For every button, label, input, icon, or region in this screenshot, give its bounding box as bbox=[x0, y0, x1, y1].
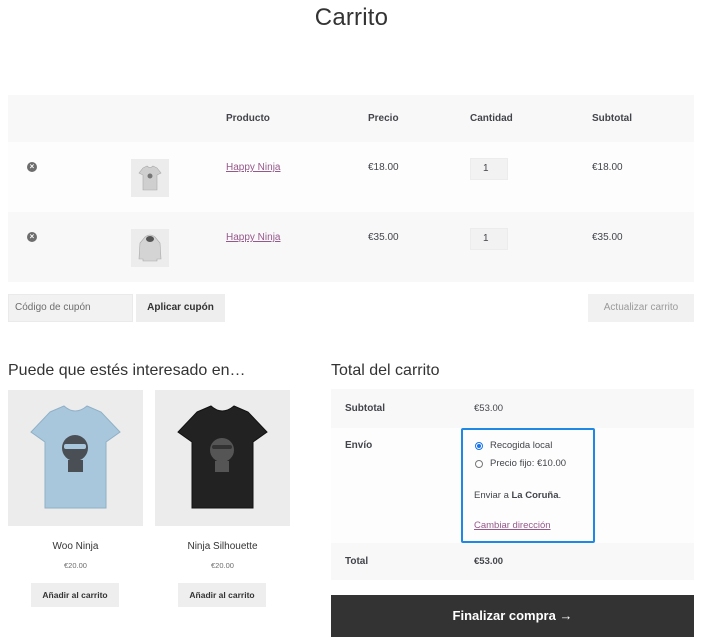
product-subtotal: €35.00 bbox=[592, 232, 623, 243]
add-to-cart-button[interactable]: Añadir al carrito bbox=[31, 583, 119, 607]
shipping-label: Envío bbox=[345, 440, 373, 451]
column-header-subtotal: Subtotal bbox=[592, 113, 632, 124]
shipping-option-label[interactable]: Precio fijo: €10.00 bbox=[490, 458, 566, 469]
radio-flat-rate[interactable] bbox=[475, 460, 483, 468]
add-to-cart-button[interactable]: Añadir al carrito bbox=[178, 583, 266, 607]
cross-sell-price: €20.00 bbox=[211, 561, 234, 570]
subtotal-value: €53.00 bbox=[474, 403, 504, 414]
quantity-input[interactable]: 1 bbox=[470, 158, 508, 180]
product-link[interactable]: Happy Ninja bbox=[226, 232, 280, 243]
remove-circle-icon[interactable]: × bbox=[27, 162, 37, 172]
product-price: €35.00 bbox=[368, 232, 399, 243]
change-address-link[interactable]: Cambiar dirección bbox=[474, 520, 551, 531]
total-value: €53.00 bbox=[474, 556, 504, 567]
column-header-quantity: Cantidad bbox=[470, 113, 513, 124]
column-header-product: Producto bbox=[226, 113, 270, 124]
apply-coupon-button[interactable]: Aplicar cupón bbox=[136, 294, 225, 322]
shipping-option-label[interactable]: Recogida local bbox=[490, 440, 552, 451]
checkout-label: Finalizar compra bbox=[452, 608, 556, 623]
subtotal-label: Subtotal bbox=[345, 403, 385, 414]
radio-local-pickup[interactable] bbox=[475, 442, 483, 450]
cross-sell-name[interactable]: Ninja Silhouette bbox=[155, 541, 290, 552]
ship-to-suffix: . bbox=[558, 490, 562, 501]
checkout-button[interactable]: Finalizar compra → bbox=[331, 595, 694, 637]
coupon-code-input[interactable]: Código de cupón bbox=[8, 294, 133, 322]
remove-circle-icon[interactable]: × bbox=[27, 232, 37, 242]
black-tshirt-icon[interactable] bbox=[155, 390, 290, 526]
cart-table-header: Producto Precio Cantidad Subtotal bbox=[8, 95, 694, 142]
quantity-input[interactable]: 1 bbox=[470, 228, 508, 250]
cart-row: × Happy Ninja €35.00 1 €35.00 bbox=[8, 212, 694, 282]
update-cart-button[interactable]: Actualizar carrito bbox=[588, 294, 694, 322]
ship-to-place: La Coruña bbox=[511, 490, 559, 501]
hoodie-icon[interactable] bbox=[131, 229, 169, 267]
arrow-right-icon: → bbox=[559, 608, 573, 623]
light-blue-tshirt-icon[interactable] bbox=[8, 390, 143, 526]
cart-totals-table: Subtotal €53.00 Envío Total €53.00 Recog… bbox=[331, 389, 694, 580]
ship-to-prefix: Enviar a bbox=[474, 490, 509, 501]
cross-sell-name[interactable]: Woo Ninja bbox=[8, 541, 143, 552]
subtotal-row: Subtotal €53.00 bbox=[331, 389, 694, 428]
cross-sell-price: €20.00 bbox=[64, 561, 87, 570]
shipping-options-highlight: Recogida local Precio fijo: €10.00 Envia… bbox=[461, 428, 595, 543]
tshirt-icon[interactable] bbox=[131, 159, 169, 197]
product-link[interactable]: Happy Ninja bbox=[226, 162, 280, 173]
product-price: €18.00 bbox=[368, 162, 399, 173]
cart-row: × Happy Ninja €18.00 1 €18.00 bbox=[8, 142, 694, 212]
cross-sells-heading: Puede que estés interesado en… bbox=[8, 362, 246, 379]
total-row: Total €53.00 bbox=[331, 543, 694, 580]
cart-totals-heading: Total del carrito bbox=[331, 362, 440, 379]
cart-table: Producto Precio Cantidad Subtotal × Happ… bbox=[8, 95, 694, 282]
column-header-price: Precio bbox=[368, 113, 399, 124]
page-title: Carrito bbox=[314, 4, 389, 31]
total-label: Total bbox=[345, 556, 369, 567]
ship-to-text: Enviar a La Coruña. bbox=[474, 490, 561, 501]
product-subtotal: €18.00 bbox=[592, 162, 623, 173]
